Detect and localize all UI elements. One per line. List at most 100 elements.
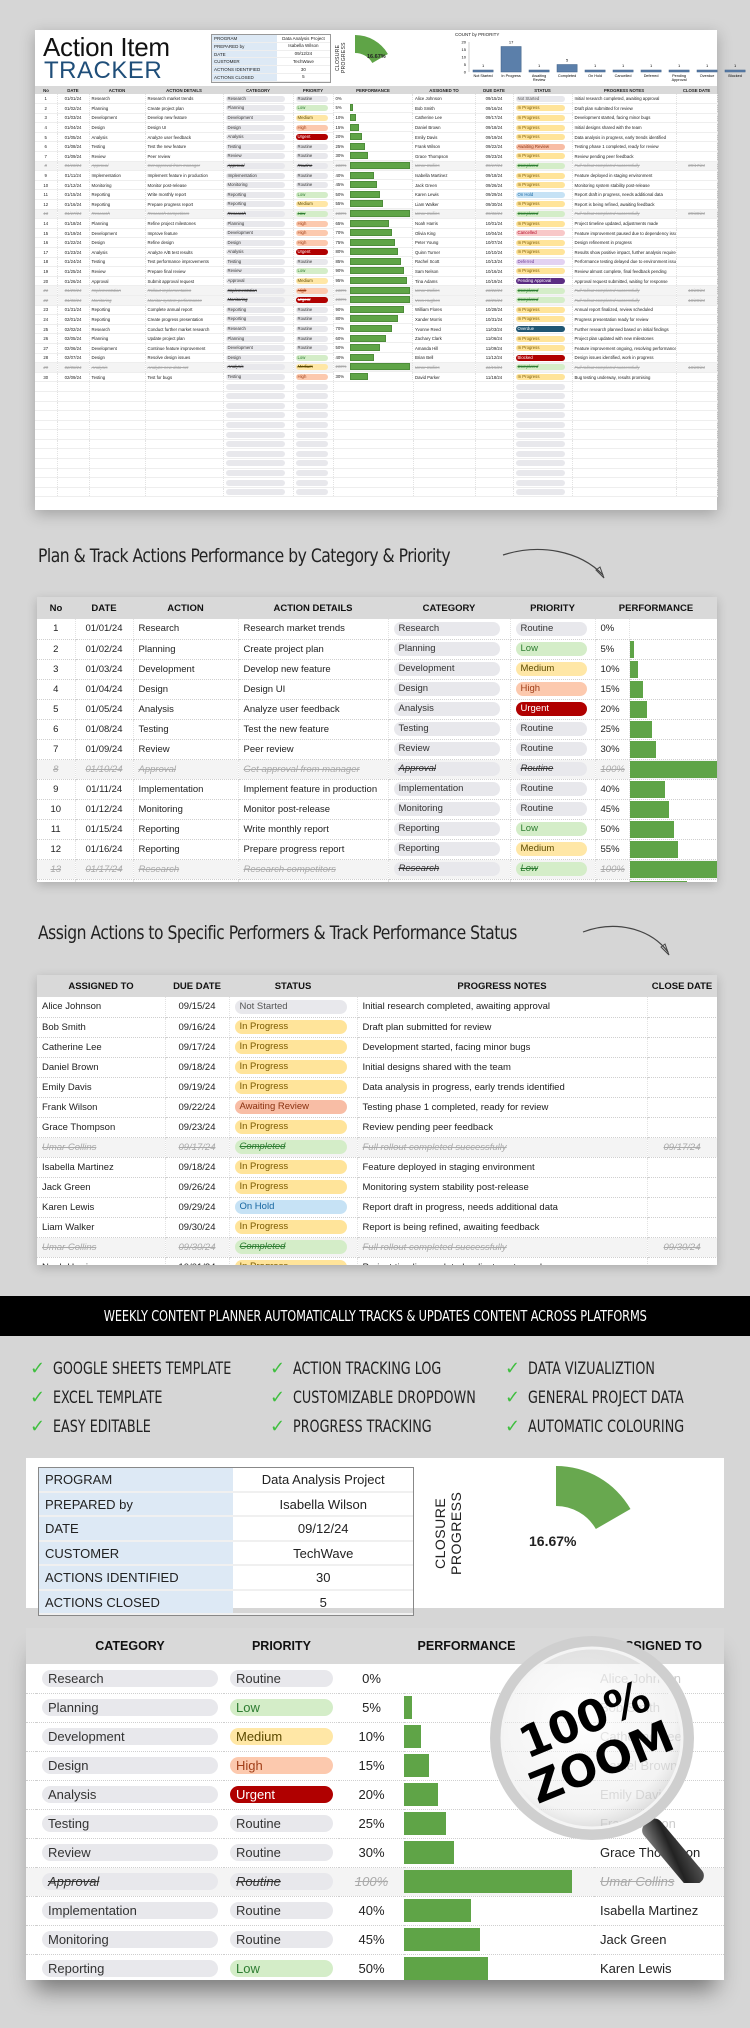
progress-notes-cell[interactable]: Report draft in progress, needs addition… [357, 1197, 648, 1218]
category-dropdown[interactable]: Development [225, 114, 286, 121]
empty-cell[interactable] [572, 429, 677, 440]
empty-cell[interactable] [35, 420, 58, 431]
action-cell[interactable]: Review [89, 266, 146, 277]
empty-cell[interactable] [413, 439, 476, 450]
empty-cell[interactable] [572, 448, 677, 460]
status-cell[interactable]: In Progress [229, 1217, 358, 1238]
action-details-cell[interactable]: Test the new feature [238, 719, 389, 740]
progress-notes-cell[interactable]: Full rollout completed successfully [572, 161, 677, 172]
close-date-cell[interactable] [676, 343, 718, 354]
action-details-cell[interactable]: Get approval from manager [145, 161, 224, 172]
category-dropdown[interactable]: Approval [42, 1873, 218, 1890]
action-details-cell[interactable]: Write monthly report [145, 189, 224, 201]
date-cell[interactable]: 02/05/24 [57, 333, 90, 344]
action-cell[interactable]: Review [133, 739, 239, 760]
empty-cell[interactable] [145, 381, 224, 392]
empty-cell[interactable] [333, 487, 414, 498]
category-cell[interactable]: Design [223, 353, 294, 364]
category-dropdown[interactable]: Analysis [225, 249, 286, 256]
progress-notes-cell[interactable]: Approval request submitted, waiting for … [572, 276, 677, 287]
empty-cell[interactable] [333, 381, 414, 392]
date-cell[interactable]: 01/01/24 [57, 94, 90, 105]
status-dropdown[interactable]: Completed [515, 297, 566, 304]
priority-dropdown[interactable]: High [295, 239, 328, 246]
status-cell[interactable]: Awaiting Review [513, 141, 573, 153]
priority-cell[interactable]: Low [224, 1954, 339, 1980]
progress-notes-cell[interactable]: Full rollout completed successfully [572, 285, 677, 296]
priority-dropdown[interactable]: Routine [515, 762, 587, 776]
empty-cell[interactable] [572, 439, 677, 450]
priority-dropdown[interactable]: Routine [295, 326, 328, 333]
status-dropdown[interactable]: In Progress [234, 1160, 347, 1174]
empty-cell[interactable] [475, 468, 514, 479]
status-dropdown[interactable]: In Progress [515, 124, 566, 131]
assigned-to-cell[interactable]: Brian Bell [413, 353, 476, 364]
status-dropdown[interactable]: In Progress [515, 105, 566, 112]
close-date-cell[interactable] [676, 305, 718, 316]
empty-dropdown[interactable] [515, 460, 566, 467]
priority-cell[interactable]: High [293, 285, 334, 296]
action-details-cell[interactable]: Analyze user feedback [238, 699, 389, 720]
close-date-cell[interactable] [647, 1197, 717, 1218]
empty-cell[interactable] [513, 391, 573, 402]
status-cell[interactable]: Overdue [513, 324, 573, 335]
date-cell[interactable]: 01/03/24 [57, 113, 90, 124]
empty-cell[interactable] [89, 468, 146, 479]
status-dropdown[interactable]: In Progress [515, 114, 566, 121]
action-cell[interactable]: Review [89, 151, 146, 162]
status-cell[interactable]: In Progress [513, 343, 573, 354]
due-date-cell[interactable]: 11/15/24 [475, 362, 514, 373]
action-cell[interactable]: Testing [89, 372, 146, 383]
status-dropdown[interactable]: In Progress [234, 1040, 347, 1054]
category-cell[interactable]: Testing [388, 719, 511, 740]
action-cell[interactable]: Reporting [89, 305, 146, 316]
due-date-cell[interactable]: 09/17/24 [475, 161, 514, 172]
status-cell[interactable]: Awaiting Review [229, 1097, 358, 1118]
close-date-cell[interactable] [647, 1097, 717, 1118]
assigned-to-cell[interactable]: Frank Wilson [594, 1809, 724, 1839]
category-cell[interactable]: Research [223, 94, 294, 105]
empty-cell[interactable] [293, 391, 334, 402]
empty-cell[interactable] [223, 487, 294, 498]
close-date-cell[interactable] [676, 228, 718, 239]
empty-cell[interactable] [676, 401, 718, 412]
status-dropdown[interactable]: In Progress [234, 1120, 347, 1134]
action-cell[interactable]: Research [89, 324, 146, 335]
close-date-cell[interactable] [676, 333, 718, 344]
status-cell[interactable]: In Progress [513, 314, 573, 325]
date-cell[interactable]: 01/18/24 [75, 879, 134, 882]
priority-cell[interactable]: Routine [224, 1867, 339, 1897]
empty-cell[interactable] [145, 429, 224, 440]
category-cell[interactable]: Analysis [223, 132, 294, 143]
action-details-cell[interactable]: Continue feature improvement [145, 343, 224, 354]
date-cell[interactable]: 01/17/24 [75, 859, 134, 880]
category-dropdown[interactable]: Planning [393, 642, 501, 656]
priority-dropdown[interactable]: High [295, 230, 328, 237]
date-cell[interactable]: 01/12/24 [57, 180, 90, 191]
priority-dropdown[interactable]: Routine [295, 335, 328, 342]
progress-notes-cell[interactable]: Report is being refined, awaiting feedba… [357, 1217, 648, 1238]
category-dropdown[interactable]: Testing [225, 374, 286, 381]
progress-notes-cell[interactable]: Data analysis in progress, early trends … [572, 132, 677, 143]
action-details-cell[interactable]: Conduct further market research [145, 324, 224, 335]
due-date-cell[interactable]: 10/07/24 [475, 237, 514, 248]
status-dropdown[interactable]: Pending Approval [515, 278, 566, 285]
progress-notes-cell[interactable]: Development started, facing minor bugs [357, 1037, 648, 1058]
priority-cell[interactable]: Routine [224, 1838, 339, 1868]
empty-cell[interactable] [475, 487, 514, 498]
date-cell[interactable]: 01/22/24 [57, 237, 90, 248]
due-date-cell[interactable]: 09/30/24 [475, 199, 514, 210]
empty-cell[interactable] [475, 439, 514, 450]
priority-cell[interactable]: Routine [510, 719, 596, 740]
empty-cell[interactable] [333, 468, 414, 479]
status-dropdown[interactable]: In Progress [234, 1180, 347, 1194]
status-dropdown[interactable]: Blocked [515, 354, 566, 361]
priority-dropdown[interactable]: Low [515, 822, 587, 836]
empty-cell[interactable] [223, 391, 294, 402]
progress-notes-cell[interactable]: Monitoring system stability post-release [357, 1177, 648, 1198]
close-date-cell[interactable] [676, 324, 718, 335]
action-cell[interactable]: Research [89, 94, 146, 105]
action-cell[interactable]: Monitoring [89, 295, 146, 306]
status-cell[interactable]: In Progress [513, 113, 573, 124]
close-date-cell[interactable] [647, 1257, 717, 1265]
